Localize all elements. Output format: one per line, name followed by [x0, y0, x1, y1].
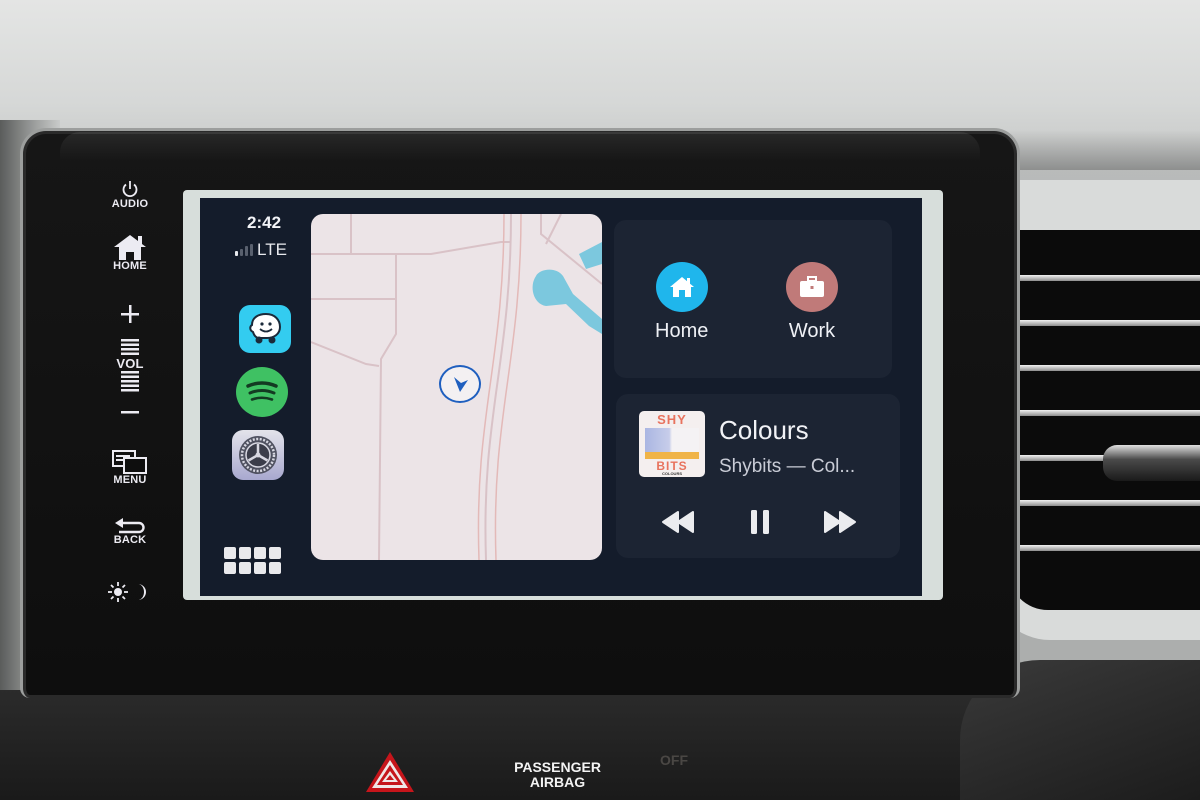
minus-icon: [121, 411, 139, 414]
fast-forward-icon: [824, 511, 856, 533]
air-vent: [990, 180, 1200, 640]
audio-button[interactable]: AUDIO: [80, 180, 180, 210]
volume-control: VOL: [80, 338, 180, 392]
album-art-top-text: SHY: [657, 412, 687, 427]
status-time: 2:42: [247, 213, 282, 232]
airbag-label-line2: AIRBAG: [529, 774, 586, 790]
plus-icon: [121, 305, 139, 323]
waze-icon: [249, 312, 282, 344]
audio-label: AUDIO: [111, 198, 149, 210]
destination-label: Home: [655, 320, 709, 342]
back-arrow-icon: [115, 518, 145, 534]
app-grid-icon: [224, 547, 236, 559]
rewind-button[interactable]: [660, 508, 696, 536]
map-water: [532, 269, 602, 334]
pause-button[interactable]: [748, 508, 772, 536]
track-title: Colours: [719, 415, 809, 445]
vent-adjuster-knob[interactable]: [1103, 445, 1200, 481]
map-water: [579, 242, 602, 269]
dock-app-waze[interactable]: [239, 305, 291, 353]
current-location-marker: [439, 365, 481, 403]
pause-icon: [751, 510, 769, 534]
passenger-airbag-indicator: PASSENGER AIRBAG: [505, 760, 610, 790]
hazard-button[interactable]: [362, 748, 418, 800]
map-road: [545, 214, 562, 245]
volume-down-button[interactable]: [80, 408, 180, 416]
album-art-graphic: [645, 428, 699, 452]
menu-windows-icon: [112, 450, 147, 474]
briefcase-icon: [800, 276, 824, 297]
status-network: LTE: [235, 240, 287, 260]
map-road: [311, 341, 380, 367]
home-destination-circle: [655, 262, 708, 312]
airbag-label-line1: PASSENGER: [514, 759, 601, 775]
destination-work[interactable]: Work: [786, 262, 838, 343]
air-vent-grille: [1008, 230, 1200, 610]
map-road: [311, 241, 511, 255]
album-art-caption: COLOURS: [662, 471, 682, 476]
volume-label: VOL: [116, 356, 144, 371]
house-icon: [114, 235, 146, 260]
house-icon: [669, 277, 694, 297]
back-button[interactable]: BACK: [80, 516, 180, 546]
map-highway: [477, 214, 505, 560]
dock-app-spotify[interactable]: [236, 367, 288, 417]
power-icon: [122, 181, 138, 198]
destination-home[interactable]: Home: [655, 262, 708, 343]
volume-up-button[interactable]: [80, 304, 180, 324]
bezel-glare: [60, 132, 980, 162]
vent-slat: [1008, 410, 1200, 416]
day-night-button[interactable]: [80, 582, 180, 602]
menu-button[interactable]: MENU: [80, 450, 180, 486]
sun-moon-icon: [108, 582, 146, 602]
dock-app-settings[interactable]: [232, 430, 284, 480]
map-view[interactable]: [311, 214, 602, 560]
vent-slat: [1008, 365, 1200, 371]
home-label: HOME: [113, 260, 147, 272]
work-destination-circle: [786, 262, 838, 312]
destination-label: Work: [788, 320, 836, 342]
vent-slat: [1008, 320, 1200, 326]
settings-gear-icon: [239, 436, 277, 474]
signal-strength-icon: [235, 244, 253, 256]
network-type: LTE: [257, 240, 287, 259]
vent-slat: [1008, 545, 1200, 551]
rewind-icon: [662, 511, 694, 533]
map-highway: [494, 214, 522, 560]
volume-bars-icon: [121, 339, 139, 355]
spotify-icon: [246, 381, 278, 401]
hazard-triangle-icon: [366, 752, 414, 792]
album-art-stripe: [645, 452, 699, 459]
airbag-off-status: OFF: [660, 752, 688, 768]
app-grid-button[interactable]: [224, 547, 282, 577]
navigation-arrow-icon: [454, 377, 468, 392]
vent-slat: [1008, 275, 1200, 281]
back-label: BACK: [113, 534, 147, 546]
track-artist-album: Shybits — Col...: [719, 456, 856, 477]
album-art: SHY BITS COLOURS: [639, 411, 705, 477]
fast-forward-button[interactable]: [822, 508, 858, 536]
volume-bars-icon: [121, 371, 139, 392]
menu-label: MENU: [113, 474, 147, 486]
home-hardware-button[interactable]: HOME: [80, 234, 180, 272]
vent-slat: [1008, 500, 1200, 506]
